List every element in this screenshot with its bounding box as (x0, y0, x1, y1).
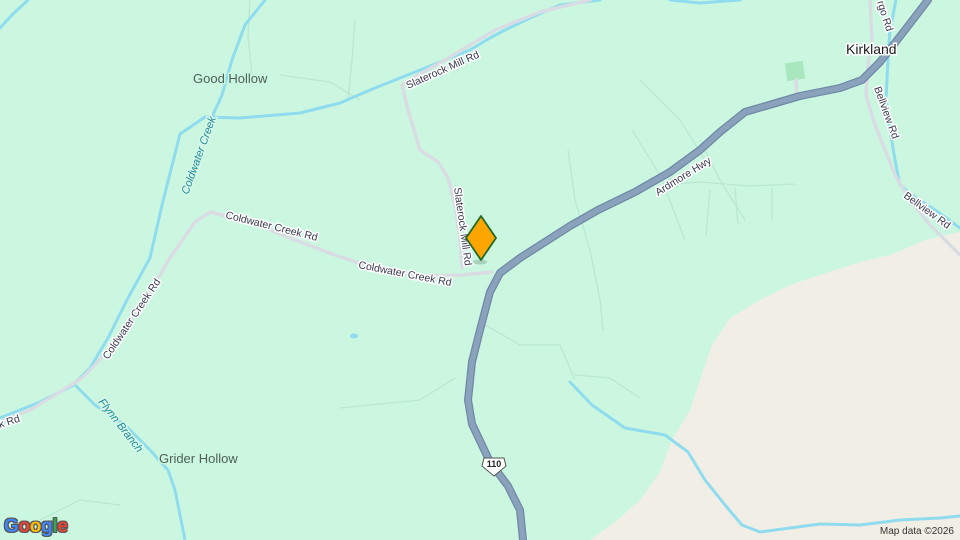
google-logo: Google (4, 516, 68, 538)
kirkland-label: Kirkland (846, 41, 897, 57)
logo-letter-o2: o (29, 516, 42, 537)
logo-letter-e: e (57, 516, 68, 537)
park-area (784, 60, 806, 82)
good-hollow-label: Good Hollow (193, 71, 268, 86)
route-110-label: 110 (487, 459, 502, 469)
grider-hollow-label: Grider Hollow (159, 451, 238, 466)
logo-letter-g: G (4, 516, 19, 537)
map-attribution[interactable]: Map data ©2026 (880, 526, 954, 537)
marker-shadow (473, 259, 487, 265)
map-canvas[interactable]: 110 Slaterock Mill Rd Slaterock Mill Rd … (0, 0, 960, 540)
pond (350, 333, 358, 339)
map-layer[interactable]: 110 Slaterock Mill Rd Slaterock Mill Rd … (0, 0, 960, 540)
logo-letter-o1: o (18, 516, 30, 537)
logo-letter-g2: g (41, 516, 53, 537)
